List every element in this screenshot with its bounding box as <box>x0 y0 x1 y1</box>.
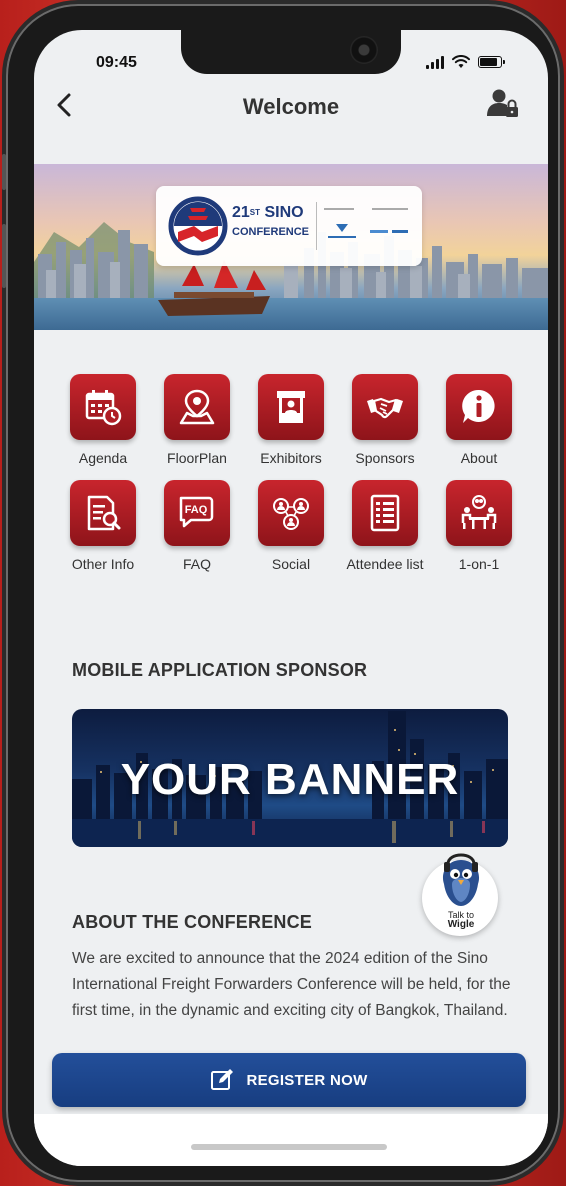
wifi-icon <box>452 55 470 68</box>
about-description: We are excited to announce that the 2024… <box>72 950 511 1019</box>
social-tile[interactable] <box>258 480 324 546</box>
menu-label: 1-on-1 <box>458 556 500 572</box>
volume-up-button <box>2 224 6 288</box>
menu-item-1-on-1[interactable]: 1-on-1 <box>432 480 526 572</box>
about-section-title: ABOUT THE CONFERENCE <box>72 912 313 932</box>
one-on-one-tile[interactable] <box>446 480 512 546</box>
bottom-safe-area <box>34 1114 548 1166</box>
menu-label: Sponsors <box>355 450 415 466</box>
other-info-tile[interactable] <box>70 480 136 546</box>
register-now-button[interactable]: REGISTER NOW <box>52 1053 526 1107</box>
notch <box>181 30 401 74</box>
conference-title: 21ST SINO <box>232 204 304 221</box>
attendee-list-tile[interactable] <box>352 480 418 546</box>
menu-label: Other Info <box>71 556 135 572</box>
faq-bubble-icon: FAQ <box>179 496 214 528</box>
app-screen: 09:45 Welcome 21ST SINO CONFERENCE Agend… <box>34 30 548 1166</box>
menu-item-social[interactable]: Social <box>244 480 338 572</box>
menu-item-agenda[interactable]: Agenda <box>56 374 150 466</box>
menu-item-about[interactable]: About <box>432 374 526 466</box>
status-icons <box>426 55 505 69</box>
floorplan-tile[interactable] <box>164 374 230 440</box>
info-bubble-icon <box>462 389 495 423</box>
sponsor-banner[interactable]: YOUR BANNER <box>72 709 508 847</box>
junk-boat-image <box>158 260 270 316</box>
menu-label: About <box>460 450 498 466</box>
menu-item-other-info[interactable]: Other Info <box>56 480 150 572</box>
menu-item-sponsors[interactable]: Sponsors <box>338 374 432 466</box>
hero-banner: 21ST SINO CONFERENCE <box>34 164 548 330</box>
menu-label: Agenda <box>78 450 128 466</box>
page-title: Welcome <box>242 94 340 119</box>
sponsor-section-title: MOBILE APPLICATION SPONSOR <box>72 660 368 680</box>
sponsors-tile[interactable] <box>352 374 418 440</box>
edit-note-icon <box>211 1069 234 1090</box>
map-pin-icon <box>179 389 215 425</box>
menu-item-exhibitors[interactable]: Exhibitors <box>244 374 338 466</box>
people-network-icon <box>273 498 309 530</box>
register-now-label: REGISTER NOW <box>246 1071 368 1089</box>
user-lock-icon[interactable] <box>486 86 520 120</box>
meeting-table-icon <box>461 495 497 529</box>
harbor-water <box>34 298 548 330</box>
bird-mascot-icon <box>442 853 480 906</box>
menu-label: Exhibitors <box>260 450 322 466</box>
menu-label: Attendee list <box>346 556 424 572</box>
banner-text: YOUR BANNER <box>120 755 460 804</box>
mute-switch <box>2 154 6 190</box>
chatbot-button[interactable]: Talk to Wigle <box>422 848 500 938</box>
agenda-tile[interactable] <box>70 374 136 440</box>
exhibitors-tile[interactable] <box>258 374 324 440</box>
menu-grid: Agenda FloorPlan Exhibitors Sponsors Abo… <box>56 374 526 572</box>
conference-emblem-icon <box>168 196 228 256</box>
checklist-icon <box>370 494 400 532</box>
menu-item-faq[interactable]: FAQ FAQ <box>150 480 244 572</box>
cellular-signal-icon <box>426 55 444 69</box>
document-search-icon <box>87 495 121 531</box>
svg-text:FAQ: FAQ <box>185 504 208 516</box>
handshake-icon <box>367 397 403 419</box>
about-tile[interactable] <box>446 374 512 440</box>
menu-label: FAQ <box>182 556 211 572</box>
conference-subtitle: CONFERENCE <box>232 226 310 238</box>
front-camera <box>350 36 378 64</box>
phone-frame: 09:45 Welcome 21ST SINO CONFERENCE Agend… <box>2 4 560 1182</box>
calendar-clock-icon <box>85 390 122 426</box>
booth-icon <box>277 391 305 423</box>
menu-item-attendee-list[interactable]: Attendee list <box>338 480 432 572</box>
top-bar: Welcome <box>34 86 548 130</box>
menu-label: FloorPlan <box>167 450 227 466</box>
home-indicator[interactable] <box>191 1144 387 1150</box>
faq-tile[interactable]: FAQ <box>164 480 230 546</box>
logo-divider <box>316 202 317 250</box>
menu-item-floorplan[interactable]: FloorPlan <box>150 374 244 466</box>
sponsor-logos-image <box>324 208 408 238</box>
status-time: 09:45 <box>96 54 137 71</box>
conference-logo-card: 21ST SINO CONFERENCE <box>156 186 422 266</box>
chatbot-label: Talk to Wigle <box>447 910 475 930</box>
battery-icon <box>478 56 505 68</box>
menu-label: Social <box>271 556 311 572</box>
